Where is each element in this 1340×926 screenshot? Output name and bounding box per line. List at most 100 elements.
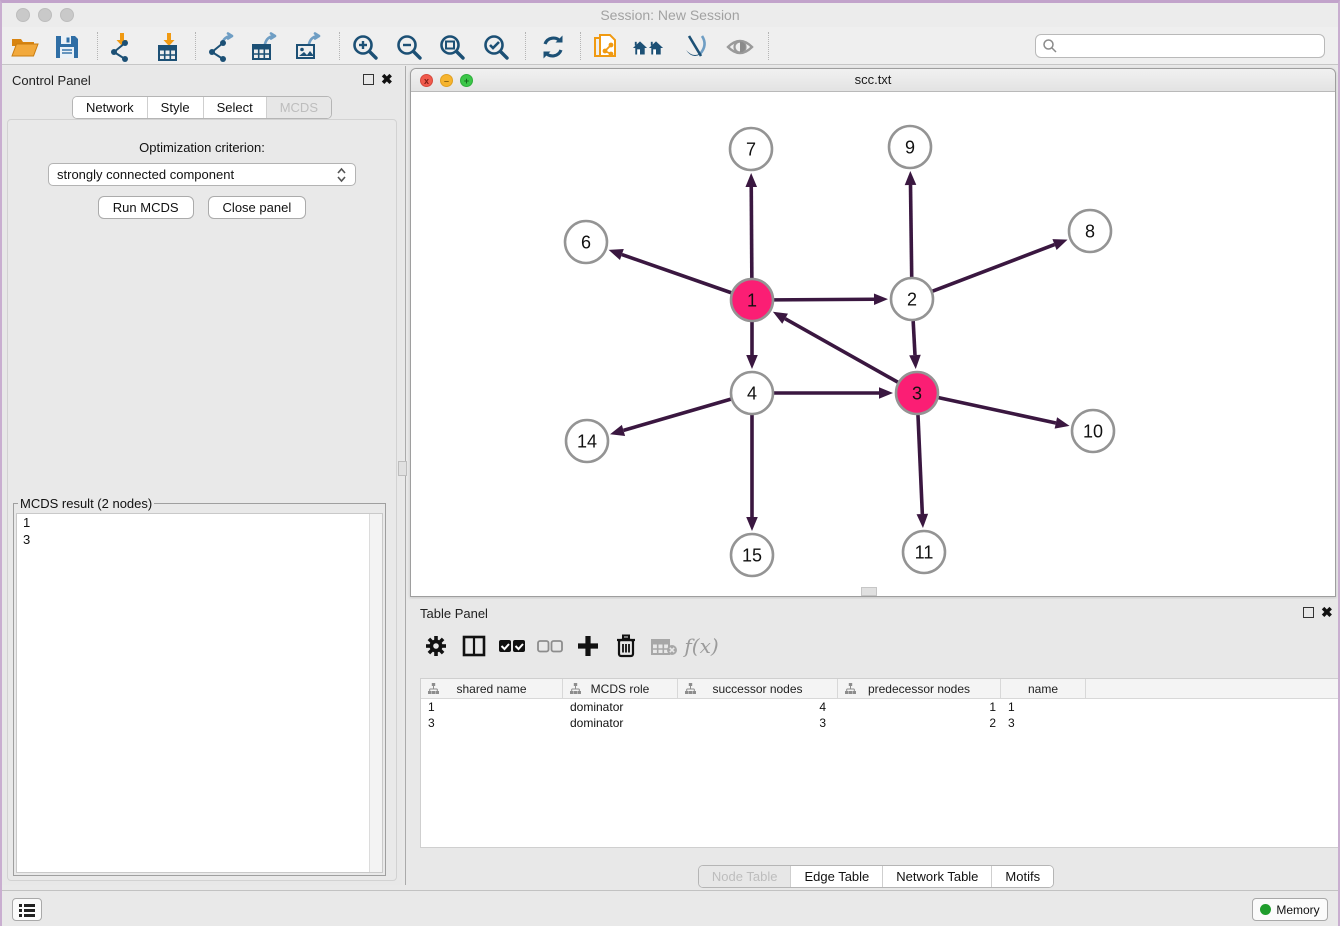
network-titlebar: x – + scc.txt [411,69,1335,92]
split-handle-horizontal[interactable] [861,587,877,596]
network-canvas[interactable]: 7968124314101511 [411,92,1335,596]
search-input[interactable] [1058,37,1324,55]
control-panel-title: Control Panel [12,73,91,88]
graph-node-label: 15 [742,546,762,566]
column-header-name[interactable]: name [1001,679,1086,698]
toolbar-separator [339,32,340,60]
home-view-button[interactable] [632,31,664,63]
table-cell[interactable]: 3 [678,715,838,731]
export-network-button[interactable] [206,31,238,63]
table-cell[interactable]: 3 [421,715,563,731]
close-panel-button[interactable]: Close panel [208,196,307,219]
clone-network-button[interactable] [591,31,623,63]
edge-4-14[interactable] [623,399,730,430]
close-icon[interactable]: ✖ [1321,604,1333,621]
table-cell[interactable]: 4 [678,699,838,715]
edge-3-10[interactable] [939,398,1056,423]
tab-style[interactable]: Style [147,97,203,118]
column-label: shared name [456,682,526,696]
tab-network[interactable]: Network [73,97,147,118]
edge-1-2[interactable] [774,299,874,300]
column-header-shared-name[interactable]: shared name [421,679,563,698]
hide-graphics-button[interactable] [679,31,711,63]
table-cell[interactable]: 1 [1001,699,1086,715]
table-cell[interactable]: 1 [421,699,563,715]
delete-row-button[interactable] [610,631,641,662]
deselect-all-button[interactable] [534,631,565,662]
mcds-result-box: MCDS result (2 nodes) 13 [13,496,386,876]
tab-network-table[interactable]: Network Table [882,866,991,887]
stepper-icon [336,167,347,183]
window-title: Session: New Session [2,7,1338,23]
memory-button[interactable]: Memory [1252,898,1328,921]
toolbar-separator [525,32,526,60]
result-scrollbar[interactable] [369,514,382,872]
table-row[interactable]: 3dominator323 [421,715,1340,731]
tab-mcds[interactable]: MCDS [266,97,331,118]
export-image-button[interactable] [293,31,325,63]
add-row-button[interactable] [572,631,603,662]
edge-2-8[interactable] [933,245,1055,292]
zoom-fit-button[interactable] [436,31,468,63]
table-cell[interactable]: dominator [563,715,678,731]
edge-2-3[interactable] [913,321,915,355]
edge-1-7[interactable] [751,187,752,278]
column-header-MCDS-role[interactable]: MCDS role [563,679,678,698]
edge-2-9[interactable] [911,185,912,277]
delete-table-icon [649,631,679,661]
open-session-button[interactable] [9,31,41,63]
graph-node-label: 2 [907,290,917,310]
arrowhead-icon [610,425,625,436]
zoom-in-button[interactable] [349,31,381,63]
column-header-predecessor-nodes[interactable]: predecessor nodes [838,679,1001,698]
search-field[interactable] [1035,34,1325,58]
attribute-icon [685,683,696,695]
toolbar-separator [768,32,769,60]
table-row[interactable]: 1dominator411 [421,699,1340,715]
float-icon[interactable] [1303,607,1314,618]
mcds-result-title: MCDS result (2 nodes) [18,496,154,511]
optimization-dropdown[interactable]: strongly connected component [48,163,356,186]
export-table-button[interactable] [249,31,281,63]
tab-motifs[interactable]: Motifs [991,866,1053,887]
arrowhead-icon [746,517,758,531]
zoom-selected-button[interactable] [480,31,512,63]
import-table-button[interactable] [152,31,184,63]
import-network-button[interactable] [105,31,137,63]
column-header-successor-nodes[interactable]: successor nodes [678,679,838,698]
graph-node-label: 14 [577,432,597,452]
zoom-fit-icon [437,32,467,62]
select-all-button[interactable] [496,631,527,662]
save-session-button[interactable] [51,31,83,63]
attribute-icon [845,683,856,695]
edge-1-6[interactable] [622,255,731,293]
show-graphics-button[interactable] [724,31,756,63]
edge-3-11[interactable] [918,415,922,514]
task-history-button[interactable] [12,898,42,921]
table-cell[interactable]: 1 [838,699,1001,715]
tab-node-table[interactable]: Node Table [699,866,791,887]
run-mcds-button[interactable]: Run MCDS [98,196,194,219]
delete-table-button[interactable] [648,631,679,662]
zoom-in-icon [350,32,380,62]
float-icon[interactable] [363,74,374,85]
search-icon [1042,38,1058,54]
column-label: name [1028,682,1058,696]
function-builder-button[interactable]: f(x) [686,631,717,662]
mcds-result-text[interactable]: 13 [16,513,383,873]
result-line: 1 [17,514,382,531]
close-icon[interactable]: ✖ [381,71,393,88]
column-selector-button[interactable] [458,631,489,662]
edge-3-1[interactable] [785,319,898,383]
refresh-layout-button[interactable] [537,31,569,63]
gear-button[interactable] [420,631,451,662]
main-toolbar [2,27,1338,65]
table-cell[interactable]: 2 [838,715,1001,731]
zoom-out-button[interactable] [393,31,425,63]
table-cell[interactable]: dominator [563,699,678,715]
tab-select[interactable]: Select [203,97,266,118]
table-cell[interactable]: 3 [1001,715,1086,731]
split-handle-vertical[interactable] [398,461,407,476]
tab-edge-table[interactable]: Edge Table [790,866,882,887]
table-panel-title: Table Panel [420,606,488,621]
